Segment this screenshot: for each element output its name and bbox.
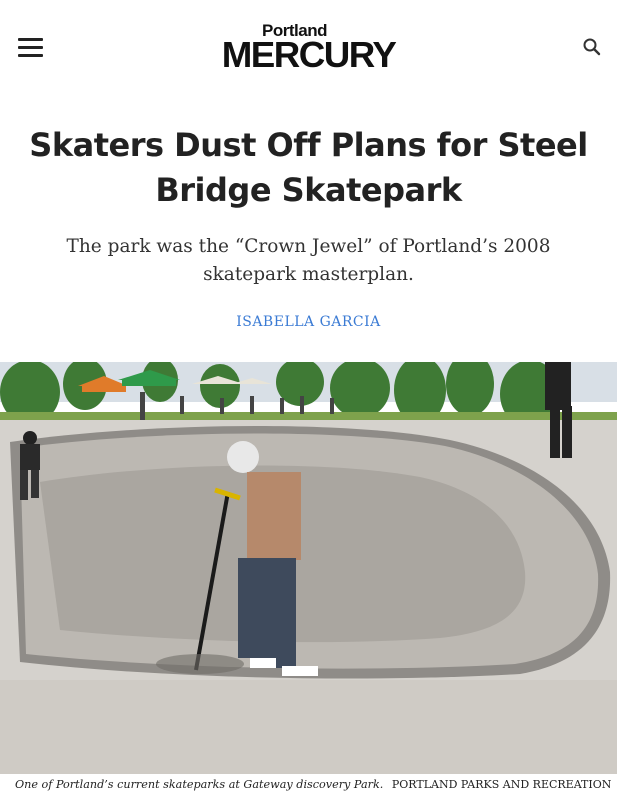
logo-mercury-text: MERCURY xyxy=(221,34,397,75)
photo-credit: PORTLAND PARKS AND RECREATION xyxy=(391,778,612,791)
article-headline: Skaters Dust Off Plans for Steel Bridge … xyxy=(29,126,588,209)
site-header: Portland MERCURY xyxy=(0,0,617,92)
search-icon[interactable] xyxy=(582,37,602,57)
skatepark-photo xyxy=(0,362,617,774)
article-dek: The park was the “Crown Jewel” of Portla… xyxy=(66,236,551,285)
site-logo[interactable]: Portland MERCURY xyxy=(0,22,617,75)
author-byline-link[interactable]: ISABELLA GARCIA xyxy=(0,314,617,330)
caption-text: One of Portland’s current skateparks at … xyxy=(15,778,384,791)
photo-caption: One of Portland’s current skateparks at … xyxy=(15,778,615,791)
